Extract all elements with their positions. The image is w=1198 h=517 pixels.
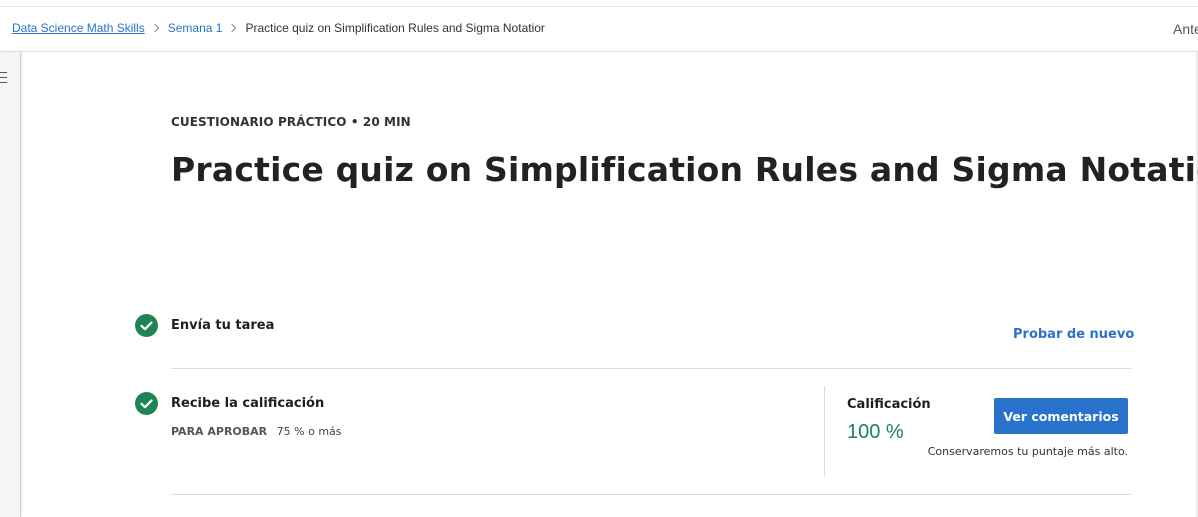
course-sidebar-collapsed	[0, 52, 21, 517]
pass-label: PARA APROBAR	[171, 425, 268, 438]
menu-icon[interactable]	[0, 72, 7, 85]
breadcrumb-current: Practice quiz on Simplification Rules an…	[245, 21, 545, 35]
page-title: Practice quiz on Simplification Rules an…	[171, 150, 1198, 189]
grade-value: 100 %	[847, 421, 904, 443]
breadcrumb-week-link[interactable]: Semana 1	[168, 21, 223, 35]
step-submit-label: Envía tu tarea	[171, 318, 275, 333]
highest-score-note: Conservaremos tu puntaje más alto.	[927, 445, 1128, 458]
grade-label: Calificación	[847, 397, 931, 412]
breadcrumb-bar: Data Science Math Skills Semana 1 Practi…	[0, 7, 1198, 52]
passing-requirement: PARA APROBAR 75 % o más	[171, 425, 342, 438]
divider	[171, 494, 1131, 495]
retry-button[interactable]: Probar de nuevo	[1013, 327, 1134, 342]
breadcrumb: Data Science Math Skills Semana 1 Practi…	[12, 21, 545, 35]
vertical-divider	[824, 386, 825, 476]
item-type-label: CUESTIONARIO PRÁCTICO • 20 MIN	[171, 115, 411, 129]
divider	[171, 368, 1131, 369]
chevron-right-icon	[228, 23, 237, 33]
check-circle-icon	[135, 392, 158, 415]
pass-value: 75 % o más	[276, 425, 342, 438]
breadcrumb-course-link[interactable]: Data Science Math Skills	[12, 21, 145, 35]
chevron-right-icon	[150, 23, 159, 33]
previous-item-link[interactable]: Anterior	[1173, 21, 1198, 37]
view-feedback-button[interactable]: Ver comentarios	[994, 398, 1128, 434]
step-grade-label: Recibe la calificación	[171, 396, 325, 411]
check-circle-icon	[135, 314, 158, 337]
